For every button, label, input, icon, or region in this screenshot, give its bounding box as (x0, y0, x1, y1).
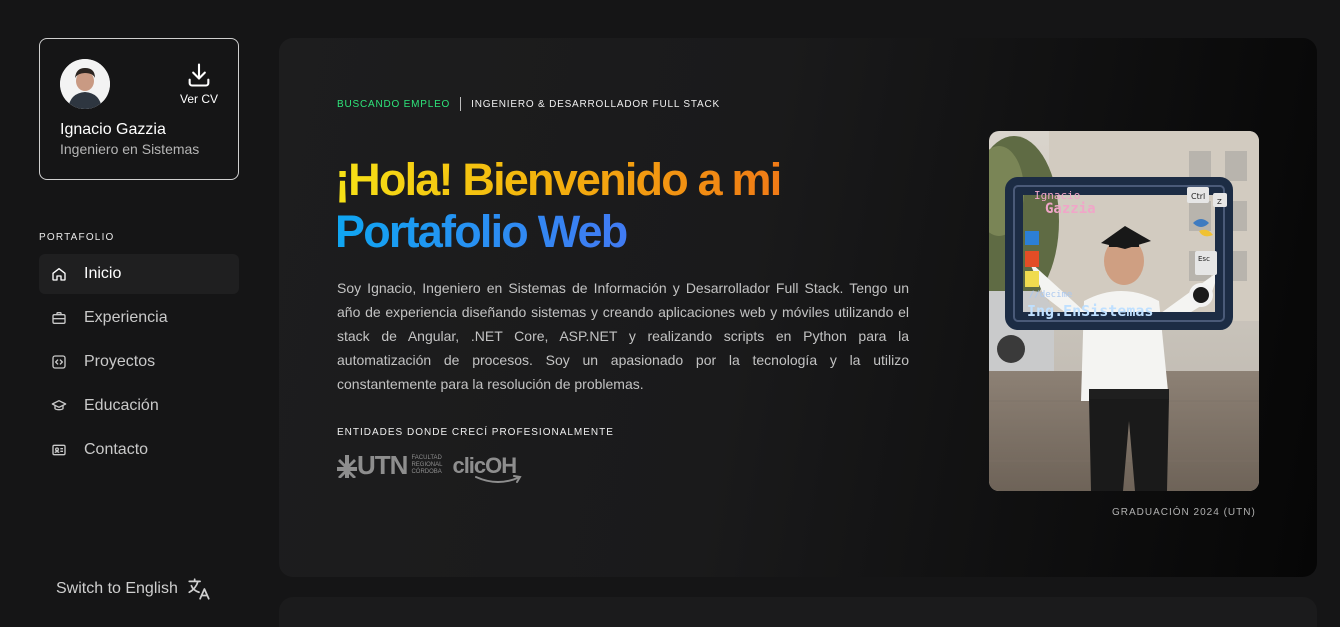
sidebar-item-experiencia[interactable]: Experiencia (39, 298, 239, 338)
sidebar-item-label: Contacto (84, 441, 149, 458)
sidebar-item-contacto[interactable]: Contacto (39, 430, 239, 470)
hero-role: INGENIERO & DESARROLLADOR FULL STACK (471, 98, 720, 110)
photo-sign-line: Gazzia (1045, 201, 1096, 217)
hero-eyebrow: BUSCANDO EMPLEO INGENIERO & DESARROLLADO… (337, 97, 720, 111)
sidebar-item-label: Inicio (84, 265, 122, 282)
utn-wordmark: UTN (357, 450, 408, 480)
utn-subtitle-line: REGIONAL (411, 462, 443, 468)
profile-role: Ingeniero en Sistemas (60, 141, 200, 157)
photo-sign-key: Z (1217, 198, 1222, 206)
download-icon (188, 63, 210, 87)
sidebar-item-educacion[interactable]: Educación (39, 386, 239, 426)
headline-line-1: ¡Hola! Bienvenido a mi (335, 154, 782, 205)
utn-subtitle-line: CÓRDOBA (411, 469, 442, 475)
utn-subtitle: FACULTAD REGIONAL CÓRDOBA (411, 455, 442, 476)
eyebrow-divider (460, 97, 462, 111)
sidebar-item-proyectos[interactable]: Proyectos (39, 342, 239, 382)
cv-label: Ver CV (179, 92, 218, 106)
hero-intro: Soy Ignacio, Ingeniero en Sistemas de In… (337, 280, 909, 392)
profile-card: Ver CV Ignacio Gazzia Ingeniero en Siste… (39, 38, 239, 180)
translate-icon (188, 578, 210, 600)
clicoh-swoosh-icon (475, 474, 523, 483)
photo-sign-key: Ctrl (1191, 192, 1205, 201)
utn-emblem-icon (337, 454, 357, 478)
sidebar-item-label: Experiencia (84, 309, 168, 326)
download-cv-button[interactable]: Ver CV (180, 61, 218, 106)
next-section-card (279, 597, 1317, 627)
hero-card: BUSCANDO EMPLEO INGENIERO & DESARROLLADO… (279, 38, 1317, 577)
contact-card-icon (52, 444, 66, 456)
language-switch-button[interactable]: Switch to English (56, 576, 212, 602)
graduation-photo: Ignacio Gazzia //decime Ing.EnSistemas C… (989, 131, 1259, 491)
status-badge: BUSCANDO EMPLEO (337, 98, 451, 110)
entities-logos: UTN FACULTAD REGIONAL CÓRDOBA clicOH (337, 450, 523, 483)
profile-name: Ignacio Gazzia (60, 121, 166, 138)
photo-sign-line: //decime (1029, 290, 1072, 300)
clicoh-logo: clicOH (452, 453, 523, 483)
graduation-cap-icon (51, 400, 67, 411)
photo-caption: GRADUACIÓN 2024 (UTN) (1112, 507, 1256, 518)
sidebar-item-label: Educación (84, 397, 159, 414)
sidebar-nav: Inicio Experiencia Proyectos Educación C… (39, 254, 239, 474)
headline-line-2: Portafolio Web (335, 206, 780, 258)
entities-heading: ENTIDADES DONDE CRECÍ PROFESIONALMENTE (337, 427, 614, 438)
utn-logo: UTN FACULTAD REGIONAL CÓRDOBA (337, 450, 442, 481)
language-switch-label: Switch to English (56, 580, 178, 597)
hero-headline: ¡Hola! Bienvenido a mi Portafolio Web (335, 154, 782, 258)
sidebar-item-label: Proyectos (84, 353, 156, 370)
code-icon (52, 355, 66, 369)
sidebar-item-inicio[interactable]: Inicio (39, 254, 239, 294)
home-icon (52, 268, 66, 281)
avatar (60, 59, 110, 109)
utn-subtitle-line: FACULTAD (411, 455, 442, 461)
nav-heading: PORTAFOLIO (39, 232, 115, 243)
briefcase-icon (52, 312, 66, 324)
photo-sign-line: Ing.EnSistemas (1027, 302, 1153, 320)
photo-sign-key: Esc (1198, 255, 1210, 263)
